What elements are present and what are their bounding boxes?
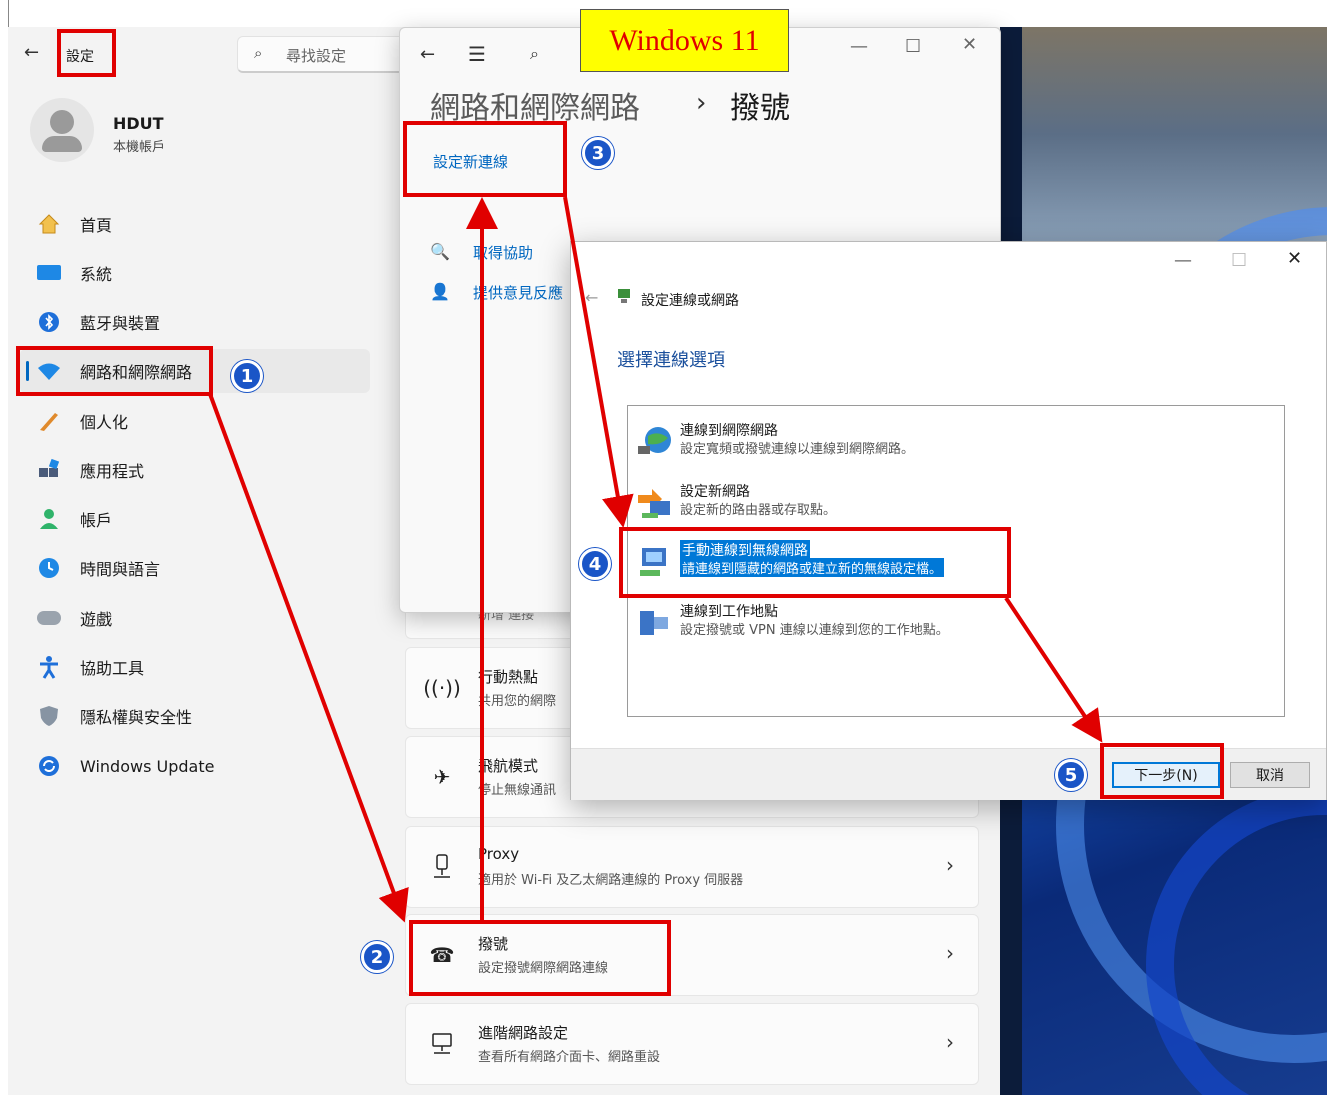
step-badge-2: 2 xyxy=(361,941,393,973)
step-badge-4: 4 xyxy=(579,548,611,580)
annotation-arrows xyxy=(208,196,1103,923)
step-badge-3: 3 xyxy=(582,137,614,169)
step-badge-1: 1 xyxy=(231,360,263,392)
windows-version-label: Windows 11 xyxy=(580,9,789,72)
step-badge-5: 5 xyxy=(1055,759,1087,791)
